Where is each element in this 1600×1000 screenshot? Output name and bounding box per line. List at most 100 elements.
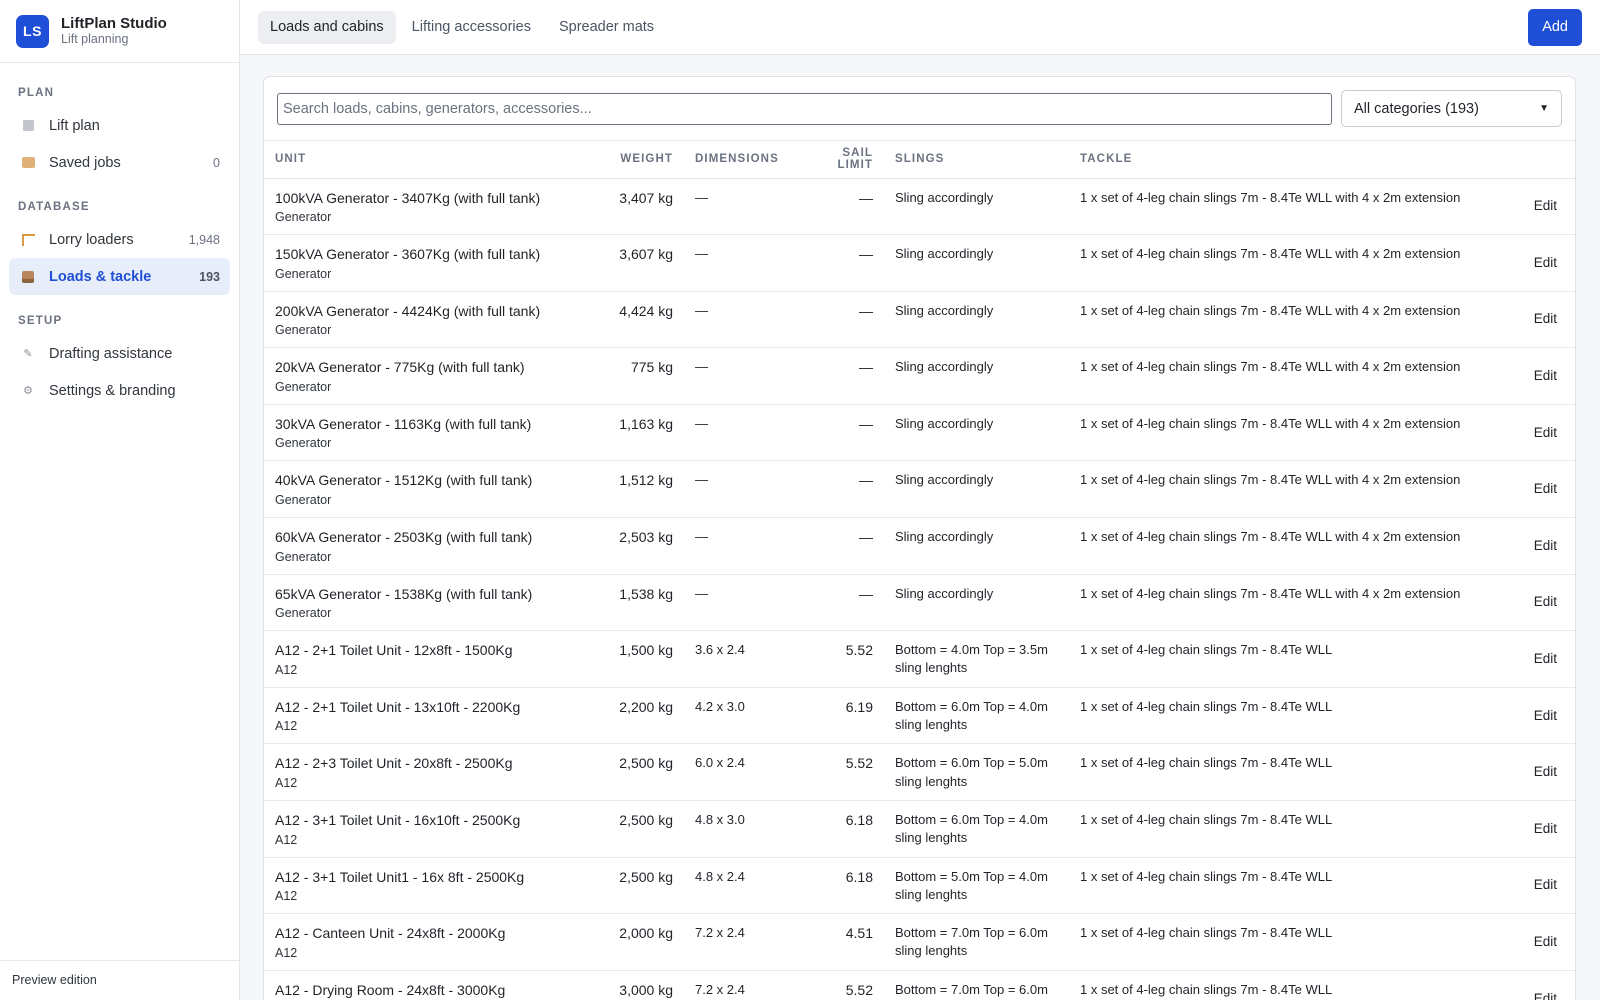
- table-row[interactable]: 20kVA Generator - 775Kg (with full tank)…: [264, 347, 1575, 405]
- sidebar-item-settings-branding[interactable]: ⚙ Settings & branding: [9, 372, 230, 409]
- edit-button[interactable]: Edit: [1534, 481, 1557, 496]
- cell-unit: A12 - 2+1 Toilet Unit - 13x10ft - 2200Kg…: [264, 687, 594, 745]
- edit-button[interactable]: Edit: [1534, 538, 1557, 553]
- table-row[interactable]: A12 - Canteen Unit - 24x8ft - 2000Kg A12 2…: [264, 913, 1575, 971]
- edit-button[interactable]: Edit: [1534, 368, 1557, 383]
- cell-slings: Sling accordingly: [884, 404, 1069, 462]
- unit-category: Generator: [275, 436, 332, 451]
- cell-unit: 200kVA Generator - 4424Kg (with full tan…: [264, 291, 594, 349]
- edit-button[interactable]: Edit: [1534, 764, 1557, 779]
- sidebar-nav: PLAN Lift plan Saved jobs 0 DATABASE Lor…: [0, 63, 239, 409]
- table-row[interactable]: 100kVA Generator - 3407Kg (with full tan…: [264, 178, 1575, 236]
- add-button[interactable]: Add: [1528, 8, 1582, 46]
- edit-button[interactable]: Edit: [1534, 255, 1557, 270]
- edit-button[interactable]: Edit: [1534, 934, 1557, 949]
- section-label-plan: PLAN: [18, 87, 55, 99]
- table-row[interactable]: A12 - 2+1 Toilet Unit - 12x8ft - 1500Kg A…: [264, 630, 1575, 688]
- cell-sail-limit: 6.18: [794, 800, 884, 858]
- cell-weight: 1,512 kg: [594, 460, 684, 519]
- edit-button[interactable]: Edit: [1534, 594, 1557, 609]
- cell-sail-limit: 5.52: [794, 970, 884, 1000]
- cell-weight: 1,538 kg: [594, 574, 684, 632]
- unit-name: A12 - 3+1 Toilet Unit - 16x10ft - 2500Kg: [275, 812, 521, 829]
- header-weight[interactable]: WEIGHT: [594, 141, 684, 179]
- sidebar-item-lorry-loaders[interactable]: Lorry loaders 1,948: [9, 221, 230, 258]
- edit-button[interactable]: Edit: [1534, 651, 1557, 666]
- cell-unit: 65kVA Generator - 1538Kg (with full tank…: [264, 574, 594, 632]
- sidebar: LS LiftPlan Studio Lift planning PLAN Li…: [0, 0, 240, 1000]
- cell-weight: 2,500 kg: [594, 857, 684, 915]
- brand-subtitle: Lift planning: [61, 32, 129, 47]
- unit-category: A12: [275, 776, 298, 791]
- header-dimensions[interactable]: DIMENSIONS: [684, 141, 794, 179]
- tab-spreader-mats[interactable]: Spreader mats: [547, 11, 666, 44]
- cell-tackle: 1 x set of 4-leg chain slings 7m - 8.4Te…: [1069, 347, 1507, 405]
- cell-dimensions: —: [684, 347, 794, 405]
- header-sail-limit[interactable]: SAIL LIMIT: [794, 141, 884, 179]
- sidebar-item-lift-plan[interactable]: Lift plan: [9, 107, 230, 144]
- table-row[interactable]: 65kVA Generator - 1538Kg (with full tank…: [264, 574, 1575, 632]
- cell-sail-limit: 4.51: [794, 913, 884, 971]
- cell-sail-limit: —: [794, 291, 884, 349]
- search-input[interactable]: [277, 92, 1332, 125]
- edit-button[interactable]: Edit: [1534, 821, 1557, 836]
- category-select[interactable]: All categories (193) ▼: [1341, 90, 1562, 127]
- edit-button[interactable]: Edit: [1534, 425, 1557, 440]
- cell-sail-limit: —: [794, 517, 884, 575]
- cell-actions: Edit: [1507, 460, 1575, 519]
- table-row[interactable]: A12 - 3+1 Toilet Unit - 16x10ft - 2500Kg…: [264, 800, 1575, 858]
- edit-button[interactable]: Edit: [1534, 877, 1557, 892]
- header-slings[interactable]: SLINGS: [884, 141, 1069, 179]
- sidebar-item-saved-jobs[interactable]: Saved jobs 0: [9, 144, 230, 181]
- sidebar-item-loads-tackle[interactable]: Loads & tackle 193: [9, 258, 230, 295]
- table-row[interactable]: 60kVA Generator - 2503Kg (with full tank…: [264, 517, 1575, 575]
- unit-category: Generator: [275, 549, 332, 564]
- tabs: Loads and cabins Lifting accessories Spr…: [258, 10, 1528, 44]
- cell-slings: Bottom = 6.0m Top = 4.0m sling lenghts: [884, 687, 1069, 745]
- cell-unit: 40kVA Generator - 1512Kg (with full tank…: [264, 460, 594, 519]
- cell-tackle: 1 x set of 4-leg chain slings 7m - 8.4Te…: [1069, 234, 1507, 292]
- edit-button[interactable]: Edit: [1534, 198, 1557, 213]
- cell-slings: Bottom = 6.0m Top = 4.0m sling lenghts: [884, 800, 1069, 858]
- tab-loads-and-cabins[interactable]: Loads and cabins: [258, 10, 396, 44]
- table-row[interactable]: 150kVA Generator - 3607Kg (with full tan…: [264, 234, 1575, 292]
- cell-slings: Bottom = 5.0m Top = 4.0m sling lenghts: [884, 857, 1069, 915]
- cell-actions: Edit: [1507, 291, 1575, 349]
- loads-table: UNIT WEIGHT DIMENSIONS SAIL LIMIT SLINGS…: [264, 141, 1575, 1000]
- table-header-row: UNIT WEIGHT DIMENSIONS SAIL LIMIT SLINGS…: [264, 141, 1575, 179]
- main: Loads and cabins Lifting accessories Spr…: [240, 0, 1600, 1000]
- header-unit[interactable]: UNIT: [264, 141, 594, 179]
- cell-tackle: 1 x set of 4-leg chain slings 7m - 8.4Te…: [1069, 970, 1507, 1000]
- edit-button[interactable]: Edit: [1534, 708, 1557, 723]
- table-row[interactable]: A12 - 2+3 Toilet Unit - 20x8ft - 2500Kg A…: [264, 743, 1575, 802]
- cell-sail-limit: —: [794, 574, 884, 632]
- sidebar-footer: Preview edition: [0, 960, 239, 1000]
- cell-unit: 20kVA Generator - 775Kg (with full tank)…: [264, 347, 594, 405]
- sidebar-item-drafting-assistance[interactable]: ✎ Drafting assistance: [9, 335, 230, 372]
- section-label-database: DATABASE: [18, 201, 90, 213]
- tab-lifting-accessories[interactable]: Lifting accessories: [400, 11, 543, 44]
- unit-category: A12: [275, 889, 298, 904]
- unit-name: 100kVA Generator - 3407Kg (with full tan…: [275, 189, 541, 206]
- table-row[interactable]: 200kVA Generator - 4424Kg (with full tan…: [264, 291, 1575, 349]
- table-row[interactable]: 30kVA Generator - 1163Kg (with full tank…: [264, 404, 1575, 462]
- cell-weight: 3,607 kg: [594, 234, 684, 292]
- cell-sail-limit: 6.18: [794, 857, 884, 915]
- table-row[interactable]: A12 - 2+1 Toilet Unit - 13x10ft - 2200Kg…: [264, 687, 1575, 745]
- cell-actions: Edit: [1507, 800, 1575, 858]
- cell-sail-limit: 5.52: [794, 630, 884, 688]
- unit-name: 60kVA Generator - 2503Kg (with full tank…: [275, 529, 533, 546]
- brand[interactable]: LS LiftPlan Studio Lift planning: [0, 0, 239, 63]
- edit-button[interactable]: Edit: [1534, 311, 1557, 326]
- cell-weight: 1,500 kg: [594, 630, 684, 688]
- cell-tackle: 1 x set of 4-leg chain slings 7m - 8.4Te…: [1069, 178, 1507, 236]
- sidebar-item-label: Lift plan: [49, 117, 100, 134]
- sidebar-item-count: 1,948: [188, 232, 220, 247]
- brand-logo: LS: [16, 14, 49, 48]
- sidebar-item-label: Drafting assistance: [49, 345, 173, 362]
- header-tackle[interactable]: TACKLE: [1069, 141, 1507, 179]
- table-row[interactable]: A12 - 3+1 Toilet Unit1 - 16x 8ft - 2500K…: [264, 857, 1575, 915]
- edit-button[interactable]: Edit: [1534, 991, 1557, 1000]
- table-row[interactable]: 40kVA Generator - 1512Kg (with full tank…: [264, 460, 1575, 519]
- table-row[interactable]: A12 - Drying Room - 24x8ft - 3000KgA123,…: [264, 970, 1575, 1000]
